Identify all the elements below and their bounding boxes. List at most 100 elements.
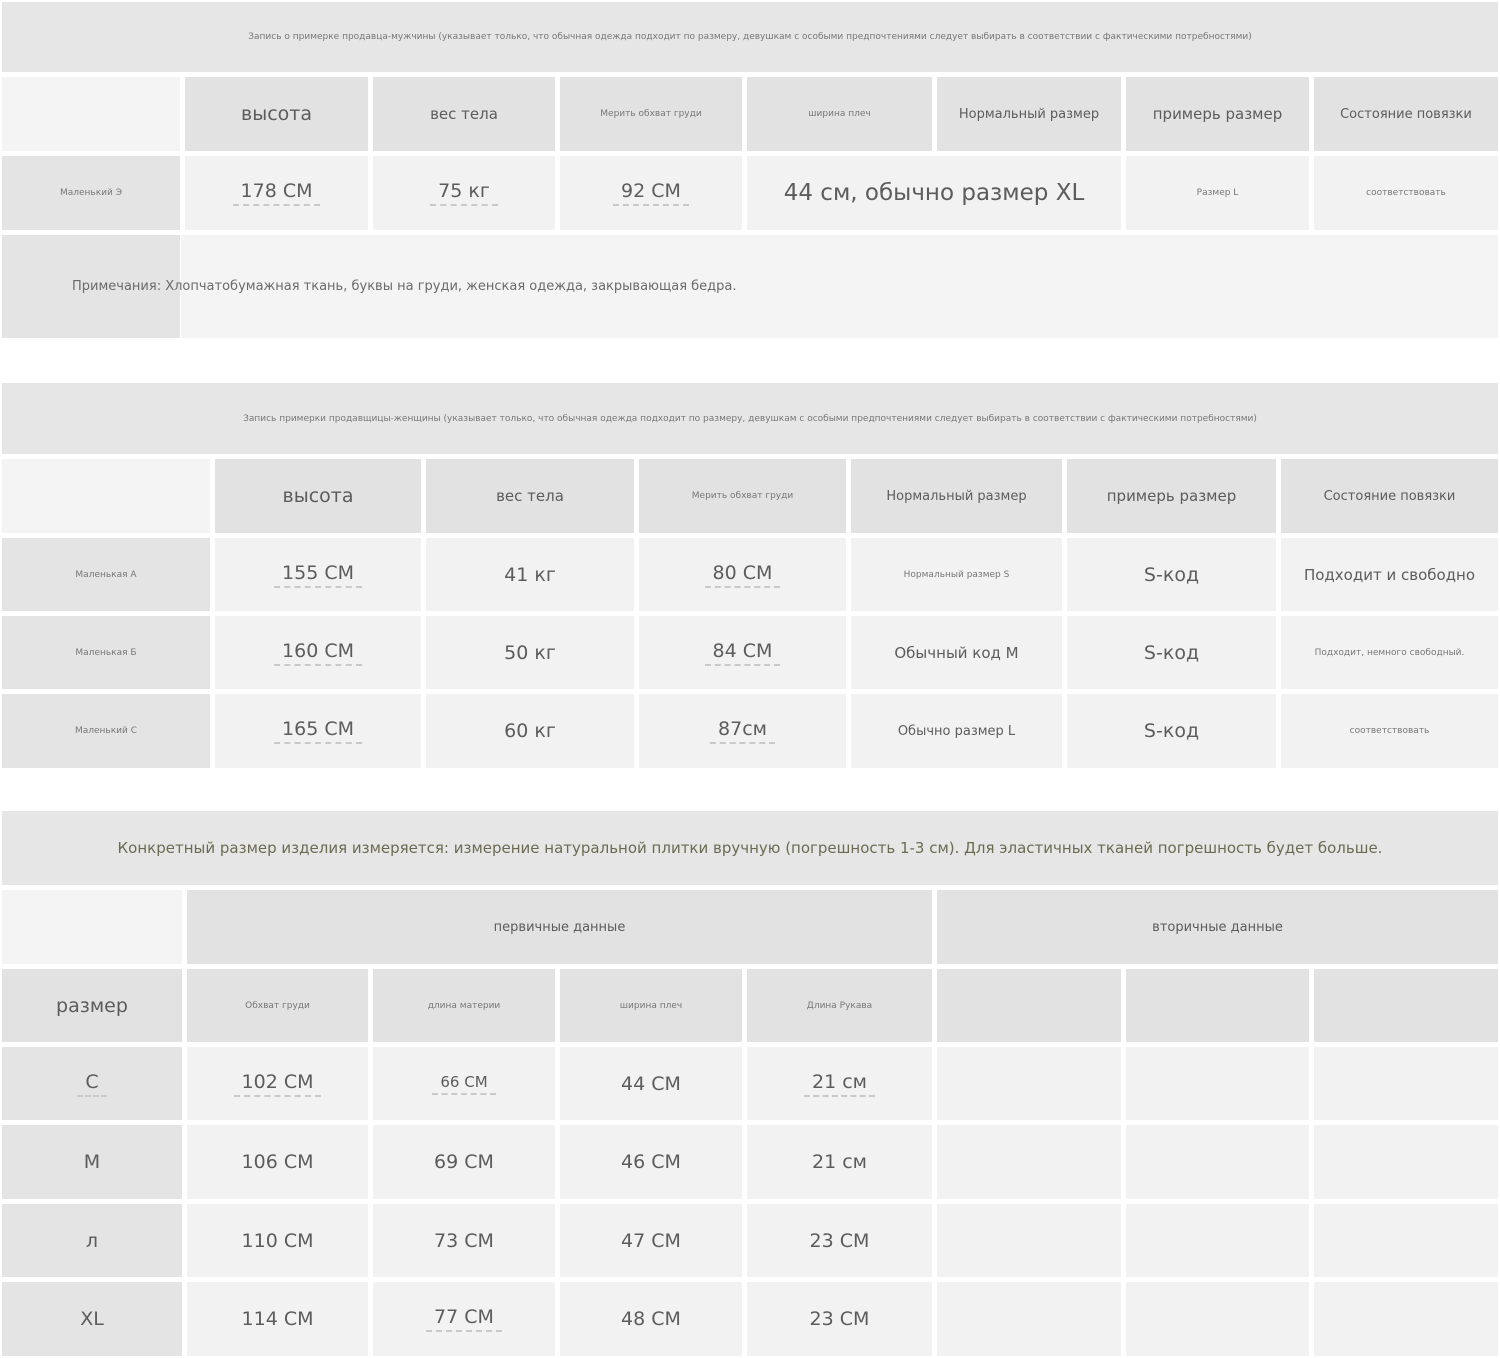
women-row-c-height: 165 СМ — [215, 694, 421, 768]
size-group-corner — [2, 890, 182, 964]
size-chart-title: Конкретный размер изделия измеряется: из… — [2, 811, 1498, 885]
men-row-fit: соответствовать — [1314, 156, 1498, 230]
women-row-b-height: 160 СМ — [215, 616, 421, 689]
women-header-normal-size: Нормальный размер — [851, 459, 1062, 533]
women-row-a-weight: 41 кг — [426, 538, 634, 611]
men-row-height: 178 СМ — [185, 156, 368, 230]
size-header-size: размер — [2, 969, 182, 1042]
size-row-m-empty-1 — [937, 1125, 1121, 1199]
women-table-title: Запись примерки продавщицы-женщины (указ… — [2, 383, 1498, 454]
size-header-empty-1 — [937, 969, 1121, 1042]
women-row-b-chest-value: 84 СМ — [704, 640, 781, 666]
women-header-chest: Мерить обхват груди — [639, 459, 846, 533]
men-note: Примечания: Хлопчатобумажная ткань, букв… — [72, 279, 737, 294]
size-row-m-label: М — [2, 1125, 182, 1199]
size-row-c-length-value: 66 СМ — [432, 1073, 496, 1095]
men-header-corner — [2, 77, 180, 151]
women-row-a-try: S-код — [1067, 538, 1276, 611]
women-row-c-chest: 87см — [639, 694, 846, 768]
size-row-c-empty-3 — [1314, 1047, 1498, 1120]
size-row-xl-label: XL — [2, 1282, 182, 1356]
women-header-fit: Состояние повязки — [1281, 459, 1498, 533]
size-header-empty-2 — [1126, 969, 1309, 1042]
women-row-a-name: Маленькая А — [2, 538, 210, 611]
women-row-a-height-value: 155 СМ — [274, 562, 362, 588]
men-header-normal-size: Нормальный размер — [937, 77, 1121, 151]
men-header-weight: вес тела — [373, 77, 555, 151]
women-row-b-weight: 50 кг — [426, 616, 634, 689]
women-row-c-fit: соответствовать — [1281, 694, 1498, 768]
size-row-m-empty-3 — [1314, 1125, 1498, 1199]
size-header-shoulders: ширина плеч — [560, 969, 742, 1042]
size-header-length: длина материи — [373, 969, 555, 1042]
size-header-chest: Обхват груди — [187, 969, 368, 1042]
men-row-name: Маленький Э — [2, 156, 180, 230]
size-row-l-shoulders: 47 СМ — [560, 1204, 742, 1277]
size-row-c-chest-value: 102 СМ — [233, 1071, 322, 1097]
women-header-try-size: примерь размер — [1067, 459, 1276, 533]
men-table-title: Запись о примерке продавца-мужчины (указ… — [2, 2, 1498, 72]
women-header-height: высота — [215, 459, 421, 533]
size-row-m-chest: 106 СМ — [187, 1125, 368, 1199]
size-row-xl-length-value: 77 СМ — [426, 1306, 502, 1332]
size-row-c-label: С — [2, 1047, 182, 1120]
size-row-xl-length: 77 СМ — [373, 1282, 555, 1356]
women-row-c-chest-value: 87см — [710, 718, 775, 744]
size-row-m-shoulders: 46 СМ — [560, 1125, 742, 1199]
women-row-c-normal: Обычно размер L — [851, 694, 1062, 768]
women-row-c-name: Маленький С — [2, 694, 210, 768]
size-row-c-shoulders: 44 СМ — [560, 1047, 742, 1120]
size-row-c-sleeve: 21 см — [747, 1047, 932, 1120]
size-row-c-sleeve-value: 21 см — [804, 1071, 875, 1097]
size-row-xl-shoulders: 48 СМ — [560, 1282, 742, 1356]
size-row-c-label-value: С — [77, 1071, 107, 1097]
men-header-height: высота — [185, 77, 368, 151]
women-row-c-try: S-код — [1067, 694, 1276, 768]
men-header-chest: Мерить обхват груди — [560, 77, 742, 151]
size-row-l-label: л — [2, 1204, 182, 1277]
size-row-m-empty-2 — [1126, 1125, 1309, 1199]
women-header-weight: вес тела — [426, 459, 634, 533]
women-row-b-normal: Обычный код М — [851, 616, 1062, 689]
men-row-chest: 92 СМ — [560, 156, 742, 230]
men-row-shoulders-normal: 44 см, обычно размер XL — [747, 156, 1121, 230]
men-row-weight-value: 75 кг — [430, 180, 498, 206]
size-row-xl-empty-1 — [937, 1282, 1121, 1356]
women-row-b-chest: 84 СМ — [639, 616, 846, 689]
women-row-a-fit: Подходит и свободно — [1281, 538, 1498, 611]
size-row-xl-empty-2 — [1126, 1282, 1309, 1356]
size-row-c-empty-1 — [937, 1047, 1121, 1120]
size-row-m-sleeve: 21 см — [747, 1125, 932, 1199]
size-header-sleeve: Длина Рукава — [747, 969, 932, 1042]
men-row-height-value: 178 СМ — [232, 180, 321, 206]
men-row-try-size: Размер L — [1126, 156, 1309, 230]
size-group-secondary: вторичные данные — [937, 890, 1498, 964]
women-row-a-chest: 80 СМ — [639, 538, 846, 611]
size-row-l-chest: 110 СМ — [187, 1204, 368, 1277]
men-row-weight: 75 кг — [373, 156, 555, 230]
size-row-l-empty-2 — [1126, 1204, 1309, 1277]
size-row-c-chest: 102 СМ — [187, 1047, 368, 1120]
women-row-b-height-value: 160 СМ — [274, 640, 362, 666]
size-row-xl-sleeve: 23 СМ — [747, 1282, 932, 1356]
women-row-c-height-value: 165 СМ — [274, 718, 362, 744]
men-header-try-size: примерь размер — [1126, 77, 1309, 151]
women-row-a-normal: Нормальный размер S — [851, 538, 1062, 611]
size-header-empty-3 — [1314, 969, 1498, 1042]
men-header-fit: Состояние повязки — [1314, 77, 1498, 151]
women-row-a-height: 155 СМ — [215, 538, 421, 611]
women-row-b-fit: Подходит, немного свободный. — [1281, 616, 1498, 689]
size-row-l-length: 73 СМ — [373, 1204, 555, 1277]
size-row-c-length: 66 СМ — [373, 1047, 555, 1120]
women-row-b-name: Маленькая Б — [2, 616, 210, 689]
size-row-l-empty-1 — [937, 1204, 1121, 1277]
women-row-b-try: S-код — [1067, 616, 1276, 689]
women-row-a-chest-value: 80 СМ — [704, 562, 781, 588]
size-row-l-sleeve: 23 СМ — [747, 1204, 932, 1277]
women-header-corner — [2, 459, 210, 533]
men-row-chest-value: 92 СМ — [613, 180, 689, 206]
size-row-c-empty-2 — [1126, 1047, 1309, 1120]
size-group-primary: первичные данные — [187, 890, 932, 964]
size-row-l-empty-3 — [1314, 1204, 1498, 1277]
size-row-xl-chest: 114 СМ — [187, 1282, 368, 1356]
